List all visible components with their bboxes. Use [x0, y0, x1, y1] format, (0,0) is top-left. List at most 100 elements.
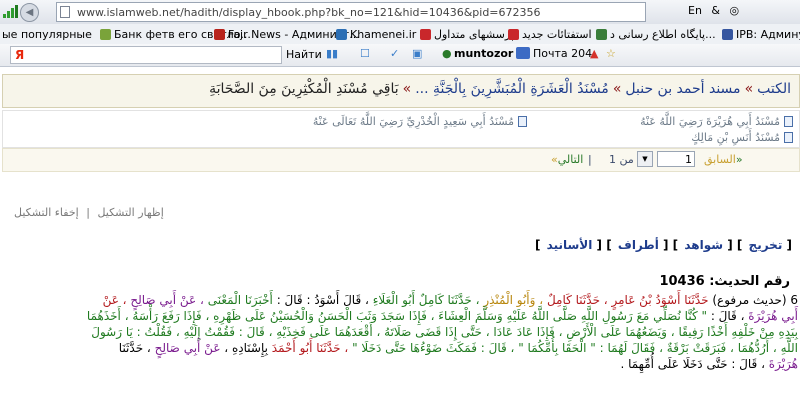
atraf-link[interactable]: أطراف	[618, 238, 659, 252]
find-button[interactable]: Найти	[286, 48, 322, 61]
hadith-segment: ، حَدَّثَنَا كَامِلٌ أَبُو الْعَلَاءِ	[368, 293, 480, 307]
breadcrumb: الكتب»مسند أحمد بن حنبل»مُسْنَدُ الْعَشَ…	[2, 74, 800, 108]
bookmark-favicon	[214, 29, 225, 40]
next-arrow: »	[551, 153, 558, 166]
globe-icon[interactable]: ◎	[730, 4, 740, 17]
asanid-link[interactable]: الأسانيد	[547, 238, 593, 252]
hadith-segment[interactable]: ، حَدَّثَنَا أَبُو أَحْمَدَ	[268, 341, 349, 355]
url-input[interactable]: www.islamweb.net/hadith/display_hbook.ph…	[56, 2, 646, 22]
hadith-segment: ، قَالَ : حَتَّى دَخَلَا عَلَى أُمِّهِمَ…	[620, 357, 765, 371]
hadith-text: 6 (حديث مرفوع) حَدَّثَنَا أَسْوَدُ بْنُ …	[10, 292, 798, 372]
hide-diacritics-link[interactable]: إخفاء التشكيل	[14, 206, 79, 219]
document-icon	[518, 116, 527, 127]
breadcrumb-item[interactable]: الكتب	[757, 81, 791, 97]
back-button[interactable]: ◀	[20, 3, 39, 22]
bookmark-item[interactable]: IPB: Админу	[722, 28, 800, 41]
check-icon[interactable]: ✓	[390, 47, 399, 60]
bookmark-item[interactable]: استفتائات جدید	[508, 28, 592, 41]
hadith-tools: [ تخريج ] [ شواهد ] [ أطراف ] [ الأسانيد…	[534, 238, 792, 252]
document-icon	[784, 132, 793, 143]
hadith-segment[interactable]: ، عَنْ	[103, 293, 127, 307]
chevron-down-icon[interactable]: ▼	[637, 151, 653, 167]
address-bar: ◀ www.islamweb.net/hadith/display_hbook.…	[0, 0, 800, 25]
hadith-line: 6 (حديث مرفوع) حَدَّثَنَا أَسْوَدُ بْنُ …	[10, 292, 798, 308]
search-toolbar: Я Найти ▮▮ ☐ ✓ ▣ ● muntozor Почта 204 ▲ …	[0, 44, 800, 67]
hadith-segment[interactable]: ، حَدَّثَنَا كَامِلٌ	[543, 293, 608, 307]
ampersand-icon[interactable]: &	[711, 4, 720, 17]
prev-page-link[interactable]: «السابق	[704, 153, 743, 166]
address-bar-right: En & ◎	[688, 4, 745, 17]
user-label[interactable]: muntozor	[454, 47, 513, 60]
sub-chapter-link[interactable]: مُسْنَدُ أَبِي هُرَيْرَةَ رَضِيَ اللَّهُ…	[640, 115, 793, 128]
page-number-input[interactable]	[657, 151, 695, 167]
mail-icon	[516, 47, 530, 59]
breadcrumb-separator: »	[612, 81, 622, 97]
hadith-line: أَبِي هُرَيْرَةَ ، قَالَ : " كُنَّا نُصَ…	[10, 308, 798, 324]
bookmark-favicon	[100, 29, 111, 40]
sub-chapter-list: مُسْنَدُ أَبِي هُرَيْرَةَ رَضِيَ اللَّهُ…	[2, 110, 800, 148]
hadith-segment[interactable]: حَدَّثَنَا أَسْوَدُ بْنُ عَامِرٍ	[608, 293, 709, 307]
bookmark-favicon	[420, 29, 431, 40]
hadith-line: هُرَيْرَةَ ، قَالَ : حَتَّى دَخَلَا عَلَ…	[10, 356, 798, 372]
hadith-number-value: 10436	[659, 274, 705, 289]
takhrij-link[interactable]: تخريج	[749, 238, 783, 252]
shawahid-link[interactable]: شواهد	[684, 238, 723, 252]
yandex-logo: Я	[15, 48, 25, 62]
prev-label: السابق	[704, 153, 736, 166]
options-separator: |	[86, 206, 90, 219]
chart-icon[interactable]: ▮▮	[326, 47, 338, 60]
bookmark-favicon	[596, 29, 607, 40]
bookmark-item[interactable]: Khamenei.ir	[336, 28, 416, 41]
hadith-segment: أَخْبَرَنَا الْمَعْنَى	[203, 293, 273, 307]
next-page-link[interactable]: التالي»	[551, 153, 583, 166]
hadith-segment: بِإِسْنَادِهِ ،	[220, 341, 268, 355]
breadcrumb-trail: الكتب»مسند أحمد بن حنبل»مُسْنَدُ الْعَشَ…	[209, 81, 791, 97]
hadith-segment[interactable]: أَبِي هُرَيْرَةَ	[744, 309, 798, 323]
next-label: التالي	[557, 153, 584, 166]
sub-chapter-link[interactable]: مُسْنَدُ أَنَسِ بْنِ مَالِكٍ	[691, 131, 793, 144]
breadcrumb-item[interactable]: مُسْنَدُ الْعَشَرَةِ الْمُبَشَّرِينَ بِا…	[415, 81, 609, 97]
show-diacritics-link[interactable]: إظهار التشكيل	[97, 206, 163, 219]
hadith-segment[interactable]: هُرَيْرَةَ	[765, 357, 798, 371]
page-count: من 1	[609, 153, 634, 166]
lang-indicator[interactable]: En	[688, 4, 702, 17]
mail-link[interactable]: Почта 204	[533, 47, 592, 60]
sub-chapter-link[interactable]: مُسْنَدُ أَبِي سَعِيدٍ الْخُدْرِيِّ رَضِ…	[313, 115, 527, 128]
bookmarks-bar: ые популярные Банк фетв его светло... Fa…	[0, 24, 800, 45]
page-tool-icon[interactable]: ▣	[412, 47, 422, 60]
star-icon[interactable]: ☆	[606, 47, 616, 60]
hadith-number-label: رقم الحديث:	[709, 274, 790, 289]
flag-icon[interactable]: ▲	[590, 47, 598, 60]
hadith-segment: ، حَدَّثَنَا	[118, 341, 151, 355]
hadith-line: بِيَدِهِ مِنْ خَلْفِهِ أَخْذًا رَفِيقًا …	[10, 324, 798, 340]
bookmark-favicon	[722, 29, 733, 40]
document-icon	[784, 116, 793, 127]
page-icon	[60, 6, 70, 18]
breadcrumb-separator: »	[402, 81, 412, 97]
hadith-number: رقم الحديث: 10436	[659, 274, 790, 289]
hadith-segment: ، قَالَ :	[707, 309, 745, 323]
pager-separator: |	[588, 153, 592, 166]
hadith-line: اللَّهِ ، أَرُدُّهُمَا ، فَبَرَقَتْ بَرْ…	[10, 340, 798, 356]
yandex-search-input[interactable]: Я	[10, 46, 282, 64]
bookmark-item[interactable]: ые популярные	[2, 28, 92, 41]
hadith-segment: اللَّهِ ، أَرُدُّهُمَا ، فَبَرَقَتْ بَرْ…	[348, 341, 798, 355]
hadith-segment: " كُنَّا نُصَلِّي مَعَ رَسُولِ اللَّهِ ص…	[86, 309, 707, 323]
bookmark-item[interactable]: پایگاه اطلاع رسانی د...	[596, 28, 716, 41]
user-icon: ●	[442, 47, 452, 60]
signal-icon	[3, 5, 18, 18]
pagination: «السابق ▼ من 1 | التالي»	[2, 148, 800, 172]
hadith-segment: ، وَأَبُو الْمُنْذِرِ	[479, 293, 544, 307]
hadith-segment: بِيَدِهِ مِنْ خَلْفِهِ أَخْذًا رَفِيقًا …	[91, 325, 798, 339]
hadith-segment: ، قَالَ أَسْوَدُ : قَالَ :	[272, 293, 369, 307]
breadcrumb-separator: »	[744, 81, 754, 97]
diacritics-options: إظهار التشكيل | إخفاء التشكيل	[14, 206, 168, 219]
translate-icon[interactable]: ☐	[360, 47, 370, 60]
url-text: www.islamweb.net/hadith/display_hbook.ph…	[77, 6, 541, 19]
bookmark-item[interactable]: پرسشهای متداول	[420, 28, 514, 41]
hadith-segment[interactable]: عَنْ أَبِي صَالِحٍ	[151, 341, 221, 355]
breadcrumb-item[interactable]: مسند أحمد بن حنبل	[625, 81, 740, 97]
bookmark-favicon	[508, 29, 519, 40]
hadith-segment[interactable]: ، عَنْ أَبِي صَالِحٍ	[127, 293, 204, 307]
bookmark-favicon	[336, 29, 347, 40]
